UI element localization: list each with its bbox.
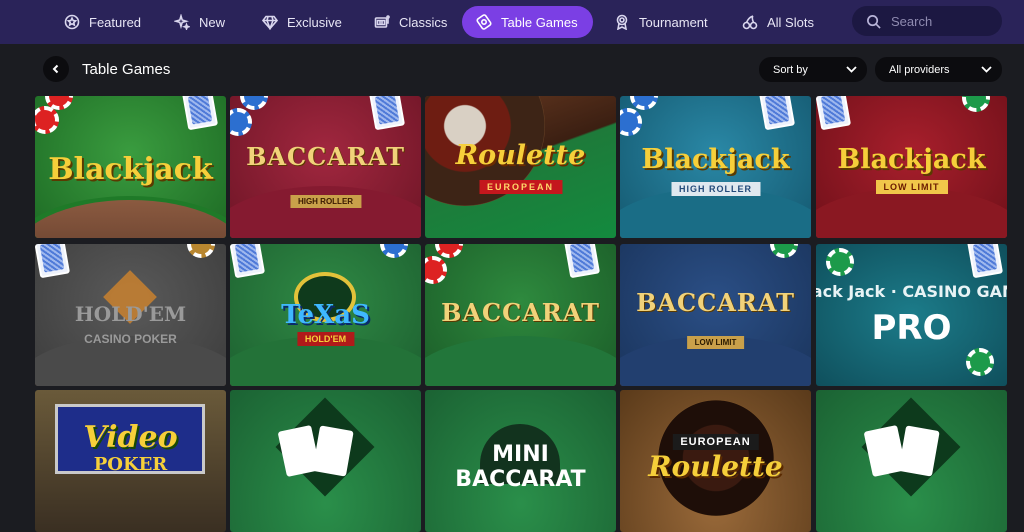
nav-item-featured[interactable]: Featured: [50, 6, 155, 38]
game-tile[interactable]: Blackjack LOW LIMIT: [816, 96, 1007, 238]
nav-item-label: Exclusive: [287, 14, 342, 30]
nav-item-all-slots[interactable]: All Slots: [728, 6, 828, 38]
game-subtitle: HOLD'EM: [296, 332, 355, 346]
page-title: Table Games: [82, 61, 171, 78]
game-tile[interactable]: HOLD'EM CASINO POKER: [35, 244, 226, 386]
providers-dropdown[interactable]: All providers: [875, 57, 1002, 82]
nav-item-label: Featured: [89, 14, 142, 30]
game-tile[interactable]: Blackjack: [35, 96, 226, 238]
game-tile[interactable]: Blackjack HIGH ROLLER: [620, 96, 811, 238]
chip-icon: [966, 348, 994, 376]
game-subtitle: POKER: [93, 454, 168, 475]
nav-item-label: Classics: [399, 14, 448, 30]
back-button[interactable]: [43, 56, 69, 82]
game-tile[interactable]: EUROPEAN Roulette: [620, 390, 811, 532]
nav-item-label: Tournament: [639, 14, 708, 30]
diamond-icon: [262, 15, 278, 30]
game-title: Roulette: [648, 450, 783, 483]
game-subtitle: Black Jack · CASINO GAME: [816, 282, 1007, 301]
sort-by-label: Sort by: [773, 63, 808, 76]
nav-item-label: All Slots: [767, 14, 814, 30]
nav-item-label: New: [199, 14, 226, 30]
game-subtitle: LOW LIMIT: [875, 180, 948, 194]
chevron-down-icon: [846, 66, 857, 73]
game-tile[interactable]: BACCARAT: [425, 244, 616, 386]
chip-icon: [476, 14, 492, 30]
game-title: Blackjack: [837, 144, 986, 175]
providers-label: All providers: [889, 63, 950, 76]
nav-item-label: Table Games: [501, 14, 578, 30]
star-icon: [64, 14, 80, 30]
game-subtitle: LOW LIMIT: [686, 336, 745, 349]
card-back-icon: [230, 244, 266, 279]
card-back-icon: [181, 96, 219, 131]
nav-item-tournament[interactable]: Tournament: [600, 6, 722, 38]
sparkle-icon: [174, 14, 190, 30]
sort-by-dropdown[interactable]: Sort by: [759, 57, 867, 82]
game-title: TeXaS: [281, 300, 370, 330]
game-title: BACCARAT: [246, 142, 405, 171]
card-back-icon: [35, 244, 71, 279]
game-tile[interactable]: [816, 390, 1007, 532]
nav-item-table-games[interactable]: Table Games: [462, 6, 593, 38]
game-tile[interactable]: TeXaS HOLD'EM: [230, 244, 421, 386]
nav-item-classics[interactable]: Classics: [360, 6, 461, 38]
game-subtitle: EUROPEAN: [672, 434, 759, 450]
medal-icon: [616, 14, 628, 30]
card-back-icon: [816, 96, 852, 131]
nav-item-exclusive[interactable]: Exclusive: [248, 6, 356, 38]
chevron-left-icon: [52, 64, 59, 74]
game-subtitle: CASINO POKER: [84, 332, 177, 346]
game-tile[interactable]: Video POKER: [35, 390, 226, 532]
game-title: MINI BACCARAT: [455, 442, 586, 492]
chevron-down-icon: [981, 66, 992, 73]
game-title: PRO: [871, 308, 952, 348]
card-back-icon: [758, 96, 796, 131]
game-subtitle: HIGH ROLLER: [671, 182, 760, 196]
game-title: Blackjack: [641, 144, 790, 175]
game-tile[interactable]: MINI BACCARAT: [425, 390, 616, 532]
game-title: Blackjack: [48, 152, 213, 187]
card-back-icon: [563, 244, 601, 279]
game-tile[interactable]: [230, 390, 421, 532]
search-input[interactable]: [891, 13, 991, 29]
card-back-icon: [368, 96, 406, 131]
game-title: HOLD'EM: [74, 302, 187, 326]
search-box[interactable]: [852, 6, 1002, 36]
game-title: Roulette: [455, 140, 586, 171]
card-back-icon: [966, 244, 1004, 279]
game-tile[interactable]: Roulette EUROPEAN: [425, 96, 616, 238]
cherries-icon: [742, 15, 758, 30]
game-title: Video: [83, 420, 178, 455]
search-icon: [867, 14, 881, 29]
game-title: BACCARAT: [441, 298, 600, 327]
game-subtitle: HIGH ROLLER: [289, 195, 362, 208]
game-title: BACCARAT: [636, 288, 795, 317]
game-tile[interactable]: BACCARAT HIGH ROLLER: [230, 96, 421, 238]
top-navigation: Featured New Exclusive Classics Table Ga…: [0, 0, 1024, 44]
game-subtitle: EUROPEAN: [478, 180, 563, 194]
chip-icon: [826, 248, 854, 276]
game-tile[interactable]: BACCARAT LOW LIMIT: [620, 244, 811, 386]
nav-item-new[interactable]: New: [160, 6, 239, 38]
slot-machine-icon: [374, 15, 390, 28]
game-tile[interactable]: Black Jack · CASINO GAME PRO: [816, 244, 1007, 386]
